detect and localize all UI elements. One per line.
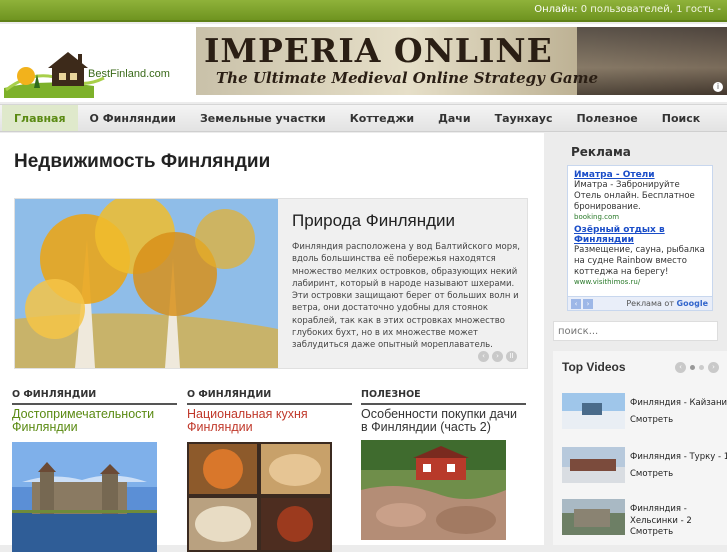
video-title[interactable]: Финляндия - Турку - 1 bbox=[630, 451, 727, 463]
video-watch-link[interactable]: Смотреть bbox=[630, 469, 673, 479]
video-item[interactable]: Финляндия - Хельсинки - 2 Смотреть bbox=[562, 499, 727, 539]
ads-by-prefix: Реклама от bbox=[626, 299, 674, 308]
videos-page-dot[interactable] bbox=[699, 365, 704, 370]
nav-item-cottages[interactable]: Коттеджи bbox=[338, 105, 426, 131]
knight-image bbox=[577, 27, 727, 95]
imperia-online-banner[interactable]: IMPERIA ONLINE The Ultimate Medieval Onl… bbox=[196, 27, 727, 95]
featured-slider: Природа Финляндии Финляндия расположена … bbox=[14, 198, 528, 369]
video-watch-link[interactable]: Смотреть bbox=[630, 527, 673, 537]
article-thumbnail-castle[interactable] bbox=[12, 442, 157, 552]
online-status: Онлайн: 0 пользователей, 1 гость - bbox=[534, 4, 721, 15]
nav-item-useful[interactable]: Полезное bbox=[564, 105, 649, 131]
article-card: О ФИНЛЯНДИИ Национальная кухня Финляндии bbox=[187, 389, 352, 552]
video-title[interactable]: Финляндия - Хельсинки - 2 bbox=[630, 503, 727, 527]
video-title[interactable]: Финляндия - Кайзани bbox=[630, 397, 727, 409]
article-thumbnail-food[interactable] bbox=[187, 442, 332, 552]
ad-text: Иматра - Забронируйте Отель онлайн. Бесп… bbox=[574, 180, 695, 212]
article-columns: О ФИНЛЯНДИИ Достопримечательности Финлян… bbox=[12, 389, 532, 552]
banner-subtitle: The Ultimate Medieval Online Strategy Ga… bbox=[216, 69, 599, 87]
main-nav: Главная О Финляндии Земельные участки Ко… bbox=[0, 104, 727, 132]
videos-controls: ‹ › bbox=[675, 362, 719, 373]
ad-url[interactable]: booking.com bbox=[574, 213, 706, 221]
videos-title: Top Videos bbox=[562, 360, 626, 374]
feature-text: Финляндия расположена у вод Балтийского … bbox=[292, 242, 520, 351]
ad-headline[interactable]: Иматра - Отели bbox=[574, 170, 706, 180]
videos-page-dot[interactable] bbox=[690, 365, 695, 370]
videos-prev-button[interactable]: ‹ bbox=[675, 362, 686, 373]
sidebar: Реклама Иматра - Отели Иматра - Забронир… bbox=[553, 133, 727, 545]
video-watch-link[interactable]: Смотреть bbox=[630, 415, 673, 425]
slider-pause-button[interactable]: II bbox=[506, 351, 517, 362]
main-content: Недвижимость Финляндии Природа Финляндии… bbox=[0, 133, 544, 552]
nav-item-dachas[interactable]: Дачи bbox=[426, 105, 482, 131]
ad-text: Размещение, сауна, рыбалка на судне Rain… bbox=[574, 245, 705, 277]
nav-item-about-finland[interactable]: О Финляндии bbox=[78, 105, 188, 131]
article-category[interactable]: ПОЛЕЗНОЕ bbox=[361, 389, 526, 405]
video-item[interactable]: Финляндия - Кайзани Смотреть bbox=[562, 393, 727, 433]
logo-text: BestFinland.com bbox=[88, 68, 170, 80]
nav-item-home[interactable]: Главная bbox=[2, 105, 78, 131]
ads-by-google[interactable]: Реклама от Google bbox=[626, 299, 708, 308]
page-title: Недвижимость Финляндии bbox=[14, 151, 271, 172]
online-separator: - bbox=[717, 4, 721, 15]
article-category[interactable]: О ФИНЛЯНДИИ bbox=[187, 389, 352, 405]
feature-image[interactable] bbox=[15, 199, 278, 368]
feature-title[interactable]: Природа Финляндии bbox=[292, 211, 455, 231]
online-value: 0 пользователей, 1 гость bbox=[580, 4, 715, 15]
google-brand: Google bbox=[676, 299, 708, 308]
video-item[interactable]: Финляндия - Турку - 1 Смотреть bbox=[562, 447, 727, 487]
ads-footer: ‹ › Реклама от Google bbox=[568, 296, 712, 310]
article-card: О ФИНЛЯНДИИ Достопримечательности Финлян… bbox=[12, 389, 177, 552]
video-thumbnail[interactable] bbox=[562, 499, 625, 535]
ad-url[interactable]: www.visithimos.ru/ bbox=[574, 278, 706, 286]
video-thumbnail[interactable] bbox=[562, 393, 625, 429]
article-title[interactable]: Особенности покупки дачи в Финляндии (ча… bbox=[361, 408, 526, 434]
ad-info-icon[interactable]: i bbox=[713, 82, 723, 92]
banner-title: IMPERIA ONLINE bbox=[204, 31, 553, 70]
article-title[interactable]: Национальная кухня Финляндии bbox=[187, 408, 352, 434]
video-thumbnail[interactable] bbox=[562, 447, 625, 483]
nav-item-land-plots[interactable]: Земельные участки bbox=[188, 105, 338, 131]
article-title[interactable]: Достопримечательности Финляндии bbox=[12, 408, 177, 434]
ads-title: Реклама bbox=[571, 145, 631, 159]
online-label: Онлайн: bbox=[534, 4, 578, 15]
ad-headline[interactable]: Озёрный отдых в Финляндии bbox=[574, 225, 706, 245]
videos-next-button[interactable]: › bbox=[708, 362, 719, 373]
top-bar: Онлайн: 0 пользователей, 1 гость - bbox=[0, 0, 727, 22]
slider-controls: ‹ › II bbox=[478, 351, 517, 362]
ads-next-button[interactable]: › bbox=[583, 299, 593, 309]
nav-item-townhouse[interactable]: Таунхаус bbox=[483, 105, 565, 131]
nav-item-search[interactable]: Поиск bbox=[650, 105, 712, 131]
google-ads-block: Иматра - Отели Иматра - Забронируйте Оте… bbox=[567, 165, 713, 311]
slider-next-button[interactable]: › bbox=[492, 351, 503, 362]
slider-prev-button[interactable]: ‹ bbox=[478, 351, 489, 362]
ad-item[interactable]: Озёрный отдых в Финляндии Размещение, са… bbox=[568, 221, 712, 286]
article-category[interactable]: О ФИНЛЯНДИИ bbox=[12, 389, 177, 405]
ads-prev-button[interactable]: ‹ bbox=[571, 299, 581, 309]
article-thumbnail-house[interactable] bbox=[361, 440, 506, 540]
search-input[interactable] bbox=[553, 321, 718, 341]
article-card: ПОЛЕЗНОЕ Особенности покупки дачи в Финл… bbox=[361, 389, 526, 540]
top-videos: Top Videos ‹ › Финляндия - Кайзани Смотр… bbox=[553, 351, 727, 545]
ad-item[interactable]: Иматра - Отели Иматра - Забронируйте Оте… bbox=[568, 166, 712, 221]
